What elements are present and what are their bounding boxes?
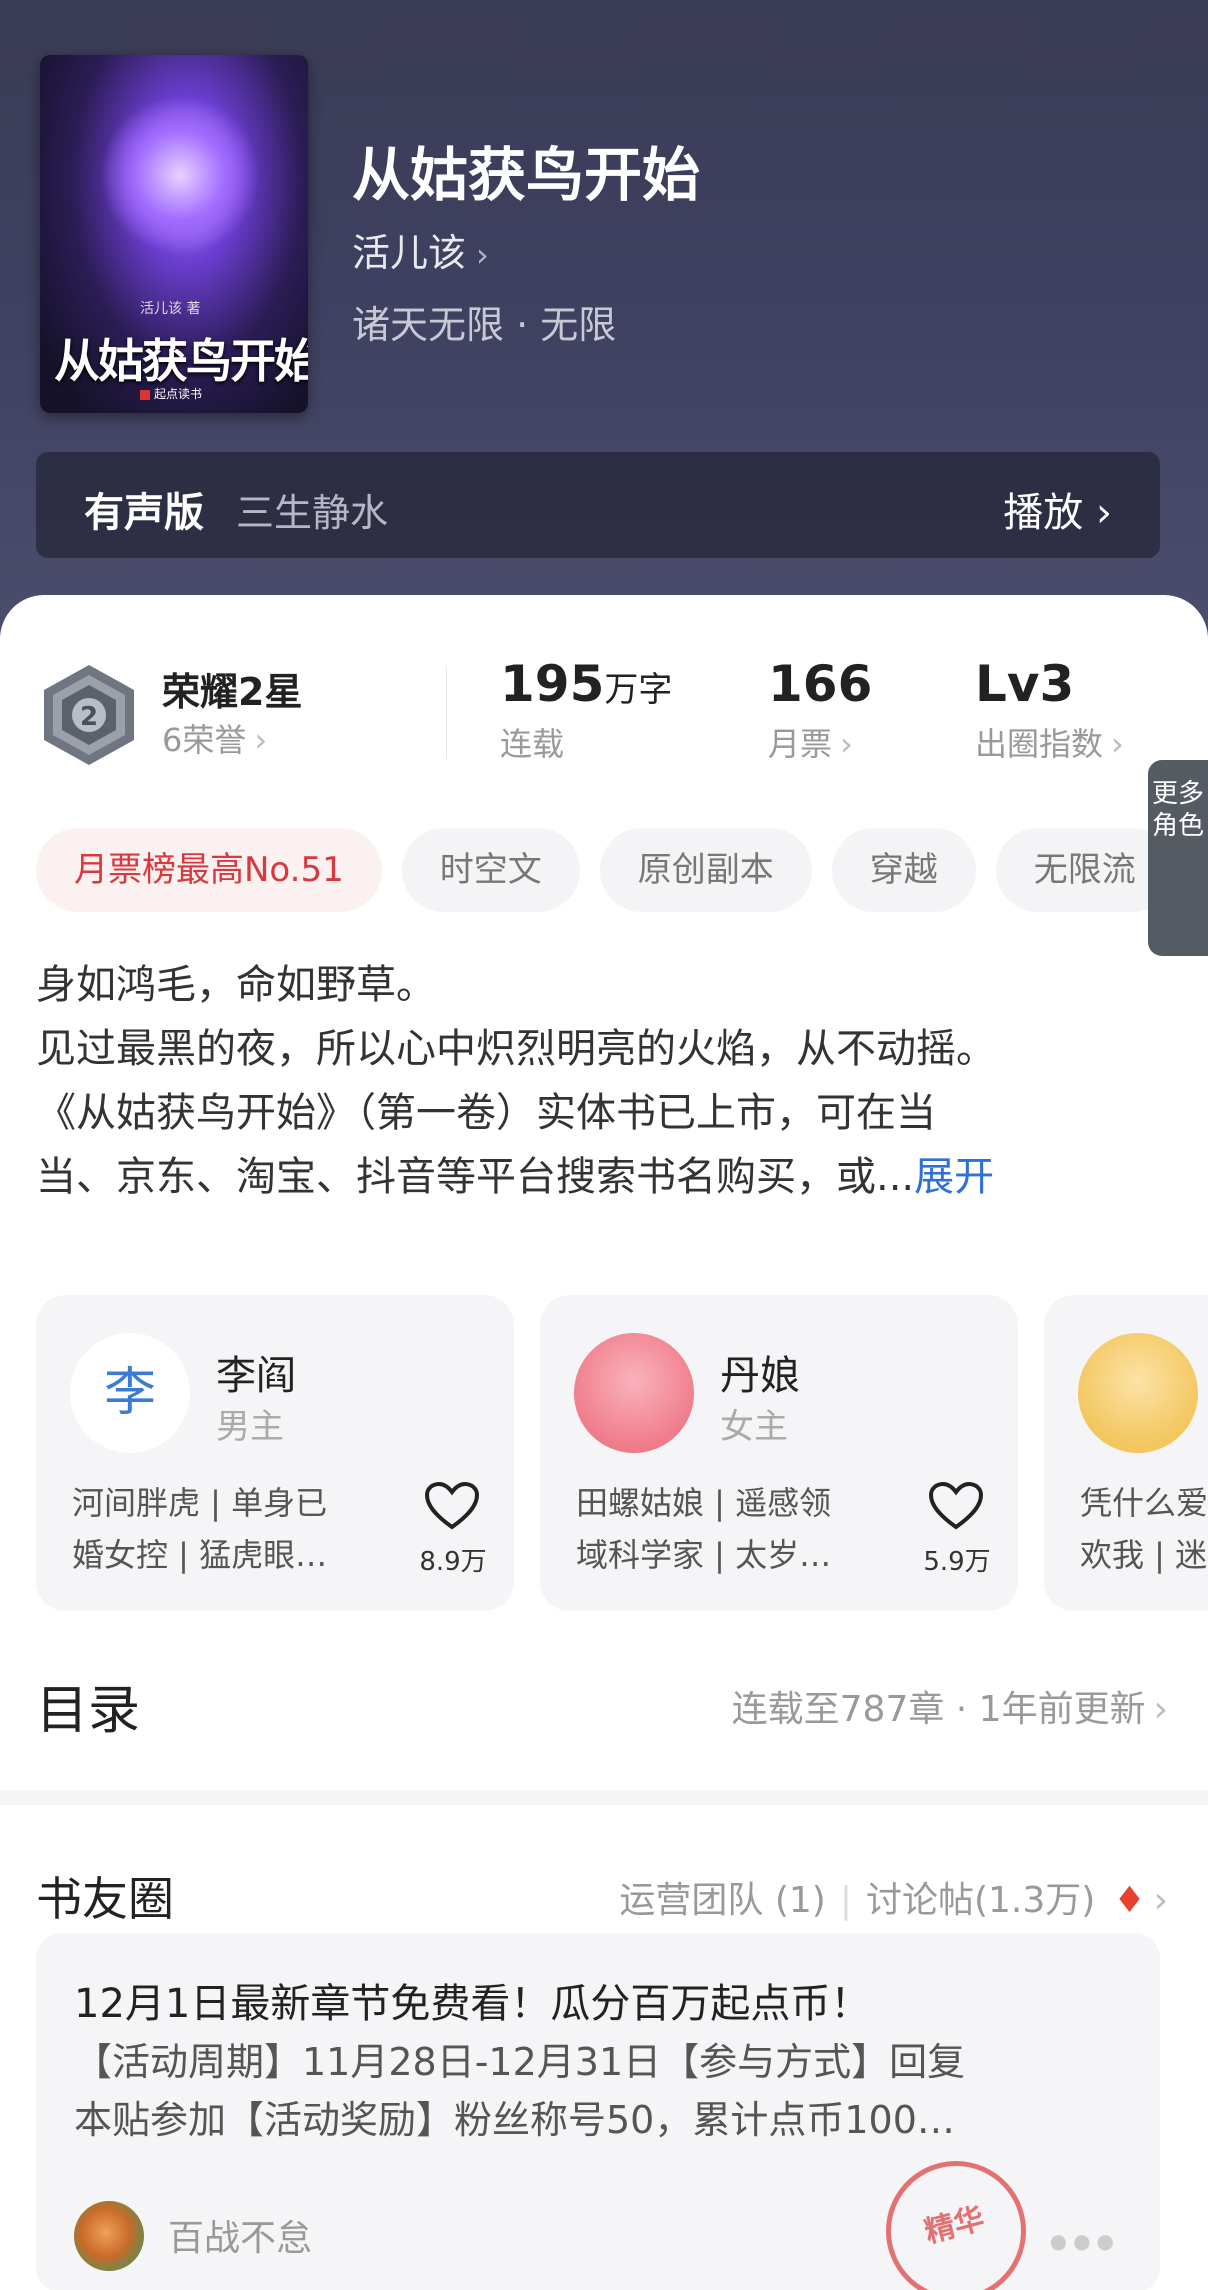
author-link[interactable]: 活儿该 ›: [352, 222, 489, 277]
pinned-post[interactable]: 12月1日最新章节免费看！瓜分百万起点币！ 【活动周期】11月28日-12月31…: [36, 1933, 1160, 2290]
audiobook-bar[interactable]: 有声版 三生静水 播放 ›: [36, 452, 1160, 558]
post-title: 12月1日最新章节免费看！瓜分百万起点币！: [74, 1981, 871, 2027]
character-card[interactable]: 凭什么爱欢我 | 迷: [1044, 1295, 1208, 1611]
book-detail-page: 活儿该 著 从姑获鸟开始 起点读书 从姑获鸟开始 活儿该 › 诸天无限 · 无限 …: [0, 0, 1208, 2290]
audiobook-narrator: 三生静水: [236, 491, 389, 535]
word-count-caption: 连载: [500, 725, 565, 763]
cover-art: [100, 95, 260, 255]
avatar[interactable]: [74, 2201, 144, 2271]
badge-level: 2: [80, 702, 98, 732]
character-desc-line: 田螺姑娘 | 遥感领: [576, 1484, 832, 1522]
chevron-right-icon: ›: [840, 725, 853, 763]
synopsis-line: 见过最黑的夜，所以心中炽烈明亮的火焰，从不动摇。: [36, 1026, 996, 1072]
tag-list: 月票榜最高No.51 时空文 原创副本 穿越 无限流: [36, 828, 1194, 914]
post-body: 【活动周期】11月28日-12月31日【参与方式】回复 本贴参加【活动奖励】粉丝…: [74, 2033, 1134, 2149]
character-desc: 凭什么爱欢我 | 迷: [1080, 1477, 1208, 1581]
tag-item[interactable]: 原创副本: [599, 828, 812, 912]
play-label: 播放: [1003, 490, 1084, 536]
chevron-right-icon: ›: [1096, 490, 1112, 536]
influence-caption: 出圈指数: [975, 725, 1104, 763]
character-likes: 5.9万: [923, 1547, 991, 1577]
synopsis-line: 当、京东、淘宝、抖音等平台搜索书名购买，或...: [36, 1154, 915, 1200]
cover-title-text: 从姑获鸟开始: [54, 334, 308, 388]
heart-icon[interactable]: [928, 1481, 984, 1531]
community-section: 书友圈 运营团队 (1) | 讨论帖(1.3万) ♦ › 12月1日最新章节免费看！瓜分…: [0, 1805, 1208, 2290]
honor-badge-icon[interactable]: 2: [40, 663, 138, 767]
post-author[interactable]: 百战不怠: [168, 2209, 312, 2261]
community-heading: 书友圈: [36, 1872, 174, 1926]
chevron-right-icon: ›: [254, 721, 268, 759]
character-list: 李 李阎 男主 河间胖虎 | 单身已 婚女控 | 猛虎眼… 8.9万 丹娘 女主 …: [36, 1295, 1208, 1615]
pagination-dots: ●●●: [1049, 2229, 1120, 2253]
word-count-stat: 195万字 连载: [500, 655, 672, 765]
book-title: 从姑获鸟开始: [352, 141, 701, 209]
influence-stat[interactable]: Lv3 出圈指数 ›: [975, 655, 1124, 765]
character-name: 丹娘: [720, 1353, 800, 1399]
threads-link[interactable]: 讨论帖(1.3万): [866, 1880, 1095, 1921]
synopsis-line: 身如鸿毛，命如野草。: [36, 962, 436, 1008]
expand-link[interactable]: 展开: [914, 1154, 994, 1200]
character-desc-line: 域科学家 | 太岁…: [576, 1536, 832, 1574]
word-count-unit: 万字: [604, 670, 673, 710]
chevron-right-icon: ›: [476, 236, 489, 274]
character-desc-line: 欢我 | 迷: [1080, 1536, 1208, 1574]
book-header: 活儿该 著 从姑获鸟开始 起点读书 从姑获鸟开始 活儿该 › 诸天无限 · 无限 …: [0, 0, 1208, 640]
post-body-line: 本贴参加【活动奖励】粉丝称号50，累计点币100…: [74, 2098, 955, 2142]
character-desc-line: 河间胖虎 | 单身已: [72, 1484, 328, 1522]
heart-icon[interactable]: [424, 1481, 480, 1531]
honor-count: 6荣誉: [162, 721, 247, 759]
more-characters-button[interactable]: 更多角色: [1148, 760, 1208, 956]
character-desc: 田螺姑娘 | 遥感领 域科学家 | 太岁…: [576, 1477, 876, 1581]
monthly-votes-caption: 月票: [768, 725, 833, 763]
book-genre: 诸天无限 · 无限: [352, 303, 617, 347]
stats-row: 2 荣耀2星 6荣誉 › 195万字 连载 166 月票 › Lv3 出圈指数 ›: [0, 655, 1208, 775]
separator: |: [839, 1880, 852, 1921]
monthly-votes-value: 166: [768, 655, 873, 713]
character-desc: 河间胖虎 | 单身已 婚女控 | 猛虎眼…: [72, 1477, 372, 1581]
influence-value: Lv3: [975, 655, 1075, 713]
flame-icon: ♦: [1113, 1880, 1146, 1921]
character-desc-line: 婚女控 | 猛虎眼…: [72, 1536, 328, 1574]
character-avatar: [574, 1333, 694, 1453]
chevron-right-icon: ›: [1111, 725, 1124, 763]
synopsis-line: 《从姑获鸟开始》（第一卷）实体书已上市，可在当: [36, 1090, 936, 1136]
toc-heading: 目录: [36, 1681, 141, 1741]
featured-stamp: 精华: [870, 2145, 1042, 2290]
cover-publisher: 起点读书: [140, 385, 202, 402]
character-likes: 8.9万: [419, 1547, 487, 1577]
tag-item[interactable]: 时空文: [401, 828, 580, 912]
table-of-contents-row[interactable]: 目录 连载至787章 · 1年前更新 ›: [0, 1650, 1208, 1750]
character-type: 女主: [720, 1407, 788, 1447]
character-desc-line: 凭什么爱: [1080, 1484, 1208, 1522]
divider: [446, 667, 447, 759]
chevron-right-icon[interactable]: ›: [1154, 1880, 1168, 1921]
book-cover[interactable]: 活儿该 著 从姑获鸟开始 起点读书: [40, 55, 308, 413]
author-name: 活儿该: [352, 231, 467, 275]
character-name: 李阎: [216, 1353, 296, 1399]
character-card[interactable]: 丹娘 女主 田螺姑娘 | 遥感领 域科学家 | 太岁… 5.9万: [540, 1295, 1018, 1611]
word-count-value: 195: [500, 655, 605, 713]
character-avatar: 李: [70, 1333, 190, 1453]
book-info-card: 2 荣耀2星 6荣誉 › 195万字 连载 166 月票 › Lv3 出圈指数 › 月…: [0, 595, 1208, 1790]
post-body-line: 【活动周期】11月28日-12月31日【参与方式】回复: [74, 2040, 966, 2084]
character-card[interactable]: 李 李阎 男主 河间胖虎 | 单身已 婚女控 | 猛虎眼… 8.9万: [36, 1295, 514, 1611]
character-avatar: [1078, 1333, 1198, 1453]
play-button[interactable]: 播放 ›: [1003, 480, 1112, 538]
toc-info: 连载至787章 · 1年前更新: [731, 1689, 1146, 1730]
community-links: 运营团队 (1) | 讨论帖(1.3万) ♦ ›: [619, 1871, 1168, 1923]
tag-item[interactable]: 穿越: [831, 828, 976, 912]
chevron-right-icon: ›: [1153, 1689, 1168, 1730]
cover-author-text: 活儿该 著: [140, 301, 201, 317]
synopsis[interactable]: 身如鸿毛，命如野草。 见过最黑的夜，所以心中炽烈明亮的火焰，从不动摇。 《从姑获…: [36, 953, 1176, 1209]
audiobook-label: 有声版: [84, 490, 204, 536]
ops-team-link[interactable]: 运营团队 (1): [619, 1880, 825, 1921]
honor-link[interactable]: 6荣誉 ›: [162, 715, 267, 761]
character-type: 男主: [216, 1407, 284, 1447]
honor-title: 荣耀2星: [162, 670, 303, 714]
monthly-votes-stat[interactable]: 166 月票 ›: [768, 655, 872, 765]
tag-ranking[interactable]: 月票榜最高No.51: [36, 828, 382, 912]
